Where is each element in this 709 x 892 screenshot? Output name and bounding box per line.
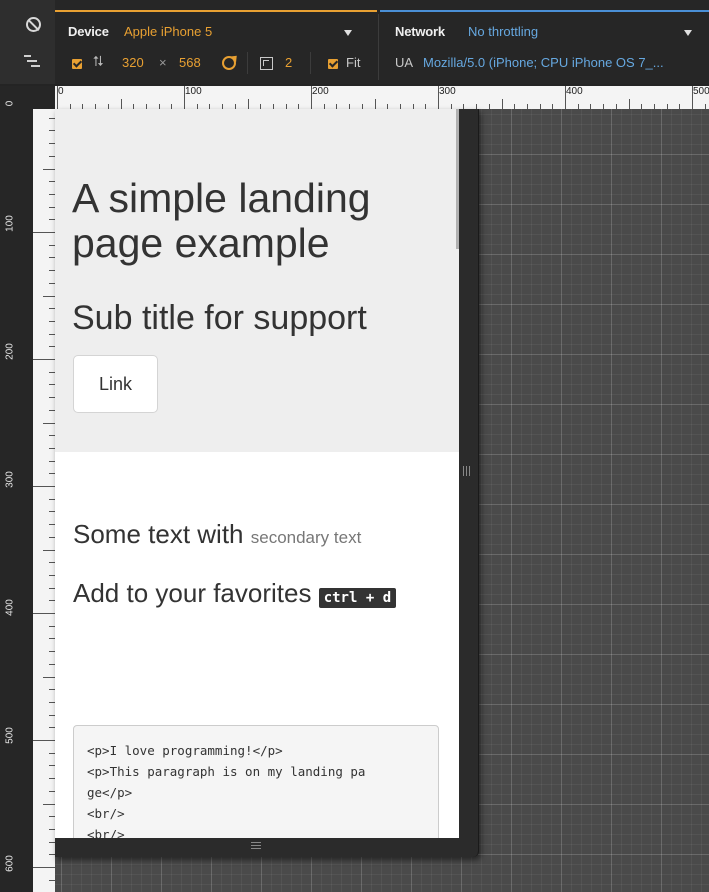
ruler-label: 500 <box>4 727 16 744</box>
text-main: Some text with <box>73 519 251 549</box>
toolbar-divider <box>247 52 248 74</box>
jumbotron: A simple landing page example Sub title … <box>55 109 459 452</box>
vertical-ruler-strip <box>33 109 55 892</box>
network-accent-bar <box>380 10 709 12</box>
disable-emulation-icon[interactable] <box>26 17 41 32</box>
ruler-label: 0 <box>4 100 16 107</box>
height-value[interactable]: 568 <box>179 55 201 70</box>
page-title: A simple landing page example <box>72 175 371 266</box>
chevron-down-icon <box>344 30 352 36</box>
times-sign: × <box>159 55 167 70</box>
toolbar-divider <box>310 52 311 74</box>
keyboard-shortcut: ctrl + d <box>318 588 397 608</box>
resize-handle-bottom-icon[interactable] <box>251 842 263 852</box>
network-label: Network <box>395 24 445 39</box>
ruler-label: 400 <box>566 86 583 97</box>
network-select[interactable]: No throttling <box>464 19 699 45</box>
device-select[interactable]: Apple iPhone 5 <box>120 19 360 45</box>
rotate-icon[interactable] <box>222 56 236 70</box>
device-select-value: Apple iPhone 5 <box>124 24 213 39</box>
ruler-label: 200 <box>312 86 329 97</box>
ua-label: UA <box>395 55 414 70</box>
code-line: <br/> <box>87 806 125 821</box>
fit-label: Fit <box>346 55 361 70</box>
toolbar-divider <box>378 14 379 80</box>
ruler-label: 100 <box>4 215 16 232</box>
page-subtitle: Sub title for support <box>72 299 367 337</box>
vertical-ruler-ticks <box>33 118 55 881</box>
device-accent-bar <box>55 10 377 12</box>
ruler-label: 500 <box>693 86 709 97</box>
vertical-ruler: 0 100 200 300 400 500 600 <box>0 86 55 892</box>
ruler-label: 0 <box>58 86 64 97</box>
ruler-label: 200 <box>4 343 16 360</box>
device-frame: A simple landing page example Sub title … <box>55 109 479 857</box>
network-select-value: No throttling <box>468 24 539 39</box>
fit-checkbox[interactable] <box>328 59 338 69</box>
scale-value[interactable]: 2 <box>285 55 292 70</box>
code-line: <p>I love programming!</p> <box>87 743 283 758</box>
code-line: ge</p> <box>87 785 133 800</box>
code-line: <p>This paragraph is on my landing pa <box>87 764 366 779</box>
device-scale-icon <box>260 57 273 70</box>
device-toolbar: Device Apple iPhone 5 Network No throttl… <box>0 0 709 84</box>
secondary-text-heading: Some text with secondary text <box>73 519 361 550</box>
text-secondary: secondary text <box>250 528 362 547</box>
ruler-label: 300 <box>4 471 16 488</box>
favorites-heading: Add to your favorites ctrl + d <box>73 574 433 617</box>
device-label: Device <box>68 24 109 39</box>
viewport-scrollbar[interactable] <box>456 109 459 249</box>
drawer-toggle-icon[interactable] <box>24 55 40 67</box>
code-block: <p>I love programming!</p> <p>This paragr… <box>73 725 439 838</box>
horizontal-ruler: 0 100 200 300 400 500 <box>55 86 709 109</box>
resize-handle-right-icon[interactable] <box>463 466 473 482</box>
swap-dimensions-icon[interactable]: ⮁ <box>92 53 103 70</box>
horizontal-ruler-ticks <box>57 86 706 109</box>
code-line: <br/> <box>87 827 125 838</box>
emulated-viewport[interactable]: A simple landing page example Sub title … <box>55 109 459 838</box>
width-value[interactable]: 320 <box>122 55 144 70</box>
ua-value[interactable]: Mozilla/5.0 (iPhone; CPU iPhone OS 7_... <box>423 55 706 70</box>
link-button[interactable]: Link <box>73 355 158 413</box>
chevron-down-icon <box>684 30 692 36</box>
ruler-label: 400 <box>4 599 16 616</box>
resolution-checkbox[interactable] <box>72 59 82 69</box>
favorites-text: Add to your favorites <box>73 578 319 608</box>
ruler-label: 100 <box>185 86 202 97</box>
toolbar-icon-column <box>0 0 55 84</box>
ruler-label: 300 <box>439 86 456 97</box>
ruler-label: 600 <box>4 855 16 872</box>
